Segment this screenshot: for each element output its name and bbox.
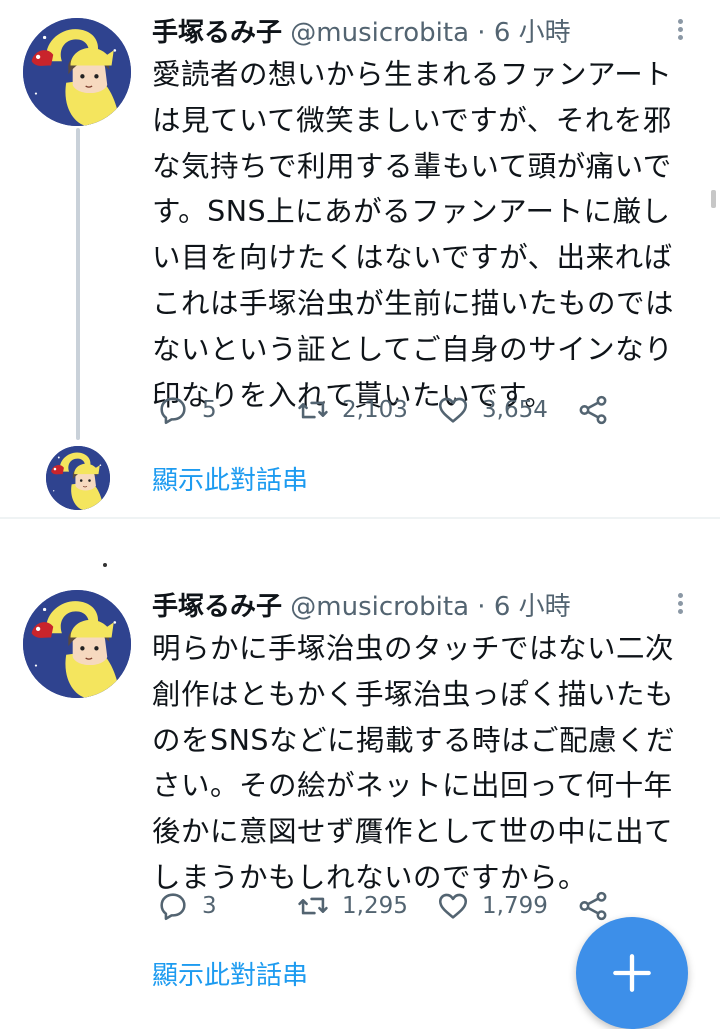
header-separator: · bbox=[477, 18, 486, 48]
thread-connector-line bbox=[76, 128, 80, 440]
heart-icon bbox=[438, 397, 468, 423]
share-icon bbox=[579, 395, 607, 425]
show-thread-link[interactable]: 顯示此對話串 bbox=[152, 460, 308, 497]
reply-count: 3 bbox=[202, 893, 217, 919]
author-handle[interactable]: @musicrobita bbox=[290, 592, 469, 622]
reply-button[interactable]: 5 bbox=[156, 390, 217, 430]
share-button[interactable] bbox=[576, 886, 610, 926]
tweet-time[interactable]: 6 小時 bbox=[494, 18, 571, 48]
like-count: 1,799 bbox=[482, 893, 548, 919]
tweet-header: 手塚るみ子 @musicrobita · 6 小時 bbox=[152, 590, 571, 624]
tweet-time[interactable]: 6 小時 bbox=[494, 592, 571, 622]
tweet-text: 愛読者の想いから生まれるファンアートは見ていて微笑ましいですが、それを邪な気持ち… bbox=[152, 58, 675, 412]
header-separator: · bbox=[477, 592, 486, 622]
retweet-button[interactable]: 2,103 bbox=[296, 390, 408, 430]
reply-button[interactable]: 3 bbox=[156, 886, 217, 926]
reply-icon bbox=[160, 893, 186, 921]
more-vertical-icon[interactable] bbox=[670, 590, 690, 624]
retweet-icon bbox=[298, 401, 328, 419]
heart-icon bbox=[438, 893, 468, 919]
author-avatar[interactable] bbox=[23, 590, 131, 698]
thread-avatar[interactable] bbox=[46, 446, 110, 510]
tweet-divider bbox=[0, 517, 720, 519]
compose-tweet-button[interactable] bbox=[576, 917, 688, 1029]
tweet-actions: 5 2,103 3,654 bbox=[152, 390, 622, 430]
author-avatar[interactable] bbox=[23, 18, 131, 126]
show-thread-link[interactable]: 顯示此對話串 bbox=[152, 955, 308, 992]
tweet-text: 明らかに手塚治虫のタッチではない二次創作はともかく手塚治虫っぽく描いたものをSN… bbox=[152, 632, 676, 894]
retweet-count: 2,103 bbox=[342, 397, 408, 423]
stray-dot bbox=[103, 563, 107, 567]
author-name[interactable]: 手塚るみ子 bbox=[152, 592, 282, 622]
share-icon bbox=[579, 891, 607, 921]
plus-icon bbox=[613, 954, 651, 992]
author-handle[interactable]: @musicrobita bbox=[290, 18, 469, 48]
share-button[interactable] bbox=[576, 390, 610, 430]
reply-icon bbox=[160, 397, 186, 425]
reply-count: 5 bbox=[202, 397, 217, 423]
tweet-header: 手塚るみ子 @musicrobita · 6 小時 bbox=[152, 16, 571, 50]
like-button[interactable]: 3,654 bbox=[436, 390, 548, 430]
tweet-actions: 3 1,295 1,799 bbox=[152, 886, 622, 926]
more-vertical-icon[interactable] bbox=[670, 16, 690, 50]
retweet-button[interactable]: 1,295 bbox=[296, 886, 408, 926]
retweet-icon bbox=[298, 897, 328, 915]
author-name[interactable]: 手塚るみ子 bbox=[152, 18, 282, 48]
scrollbar-thumb[interactable] bbox=[711, 190, 716, 208]
like-count: 3,654 bbox=[482, 397, 548, 423]
like-button[interactable]: 1,799 bbox=[436, 886, 548, 926]
retweet-count: 1,295 bbox=[342, 893, 408, 919]
